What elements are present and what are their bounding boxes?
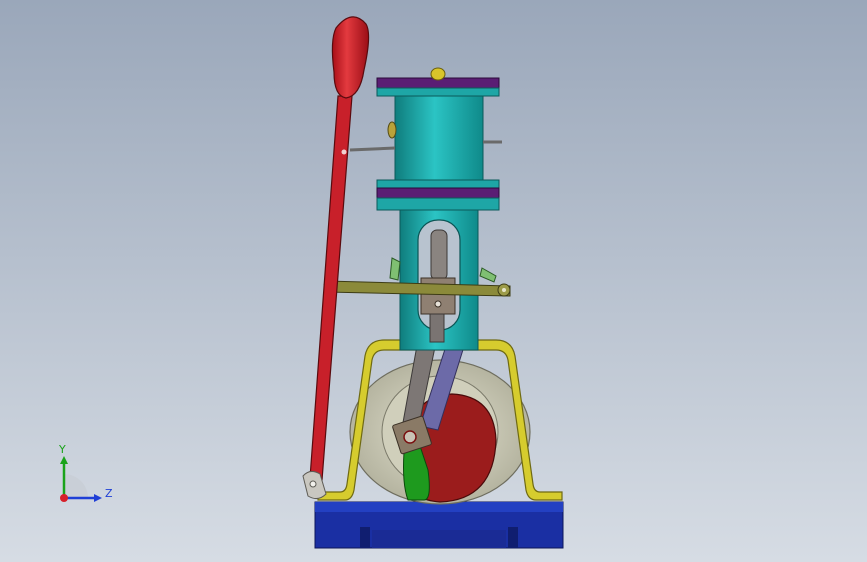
- lever-knob[interactable]: [331, 16, 370, 99]
- axis-triad: Y Z: [58, 443, 113, 502]
- x-axis-origin: [60, 494, 68, 502]
- engine-model[interactable]: [0, 0, 867, 562]
- z-axis-label: Z: [105, 487, 113, 500]
- cylinder[interactable]: [349, 67, 502, 211]
- y-axis-arrow: [60, 456, 68, 464]
- lever-handle[interactable]: [302, 95, 353, 500]
- triad-plane: [64, 474, 88, 498]
- y-axis-label: Y: [58, 443, 66, 456]
- z-axis-arrow: [94, 494, 102, 502]
- base-plate[interactable]: [314, 501, 564, 549]
- 3d-viewport[interactable]: Y Z: [0, 0, 867, 562]
